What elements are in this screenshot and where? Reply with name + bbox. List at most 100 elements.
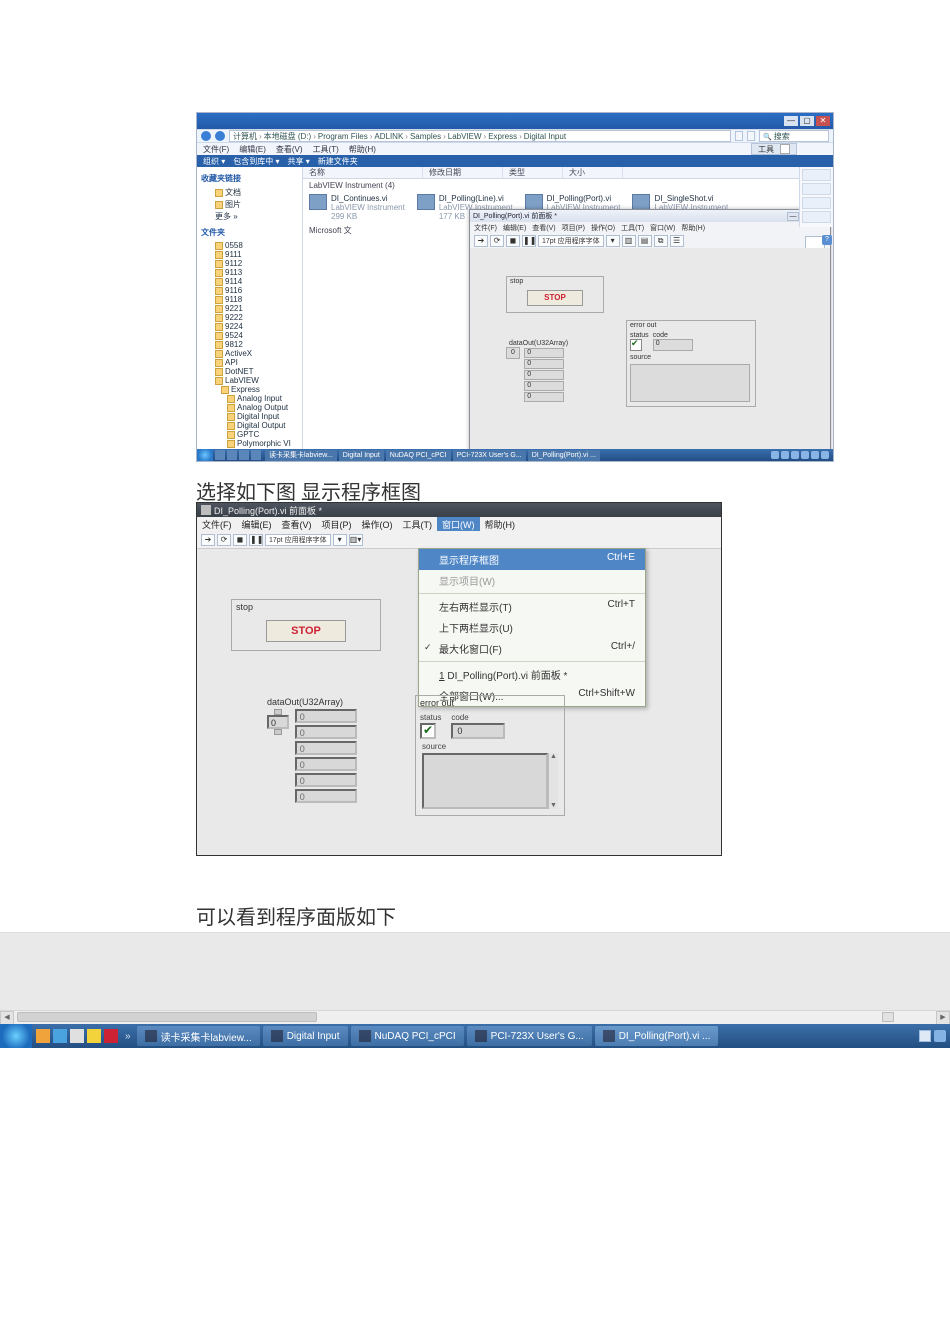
refresh-button[interactable] <box>747 131 755 141</box>
menu-item[interactable]: 文件(F) <box>197 517 237 531</box>
menu-item[interactable]: 操作(O) <box>357 517 398 531</box>
language-indicator[interactable] <box>919 1030 931 1042</box>
tree-item[interactable]: 9221 <box>201 304 298 313</box>
col-type[interactable]: 类型 <box>503 167 563 178</box>
lv-menu-view[interactable]: 查看(V) <box>532 223 555 233</box>
lv-menu-operate[interactable]: 操作(O) <box>591 223 615 233</box>
tree-item[interactable]: 9118 <box>201 295 298 304</box>
tree-item[interactable]: Analog Output <box>201 403 298 412</box>
taskbar-item[interactable]: NuDAQ PCI_cPCI <box>351 1026 464 1046</box>
abort-button[interactable]: ◼ <box>233 534 247 546</box>
tree-item[interactable]: GPTC <box>201 430 298 439</box>
taskbar-item[interactable]: PCI-723X User's G... <box>453 450 526 461</box>
tree-item[interactable]: ActiveX <box>201 349 298 358</box>
menu-item[interactable]: 编辑(E) <box>237 517 277 531</box>
lv-menu-tools[interactable]: 工具(T) <box>621 223 644 233</box>
scroll-right-button[interactable]: ▶ <box>936 1011 950 1025</box>
ql-icon[interactable] <box>36 1029 50 1043</box>
ql-icon[interactable] <box>227 450 237 460</box>
tree-item[interactable]: 9812 <box>201 340 298 349</box>
option-button[interactable] <box>802 211 831 223</box>
resize-button[interactable]: ⧉ <box>654 235 668 247</box>
ql-icon[interactable] <box>53 1029 67 1043</box>
tree-item[interactable]: Digital Output <box>201 421 298 430</box>
breadcrumb[interactable]: 计算机› 本地磁盘 (D:)› Program Files› ADLINK› S… <box>229 130 731 142</box>
font-selector[interactable]: 17pt 应用程序字体 <box>265 534 331 546</box>
reorder-button[interactable]: ☰ <box>670 235 684 247</box>
organize-button[interactable]: 组织 ▾ <box>203 156 225 167</box>
lv-menu-edit[interactable]: 编辑(E) <box>503 223 526 233</box>
menu-dropdown-item[interactable]: 最大化窗口(F)Ctrl+/ <box>419 638 645 659</box>
scroll-track[interactable] <box>17 1011 893 1025</box>
ql-icon[interactable] <box>215 450 225 460</box>
tree-item[interactable]: 9111 <box>201 250 298 259</box>
ql-icon[interactable] <box>87 1029 101 1043</box>
taskbar-item[interactable]: 读卡采集卡labview... <box>265 450 337 461</box>
sidebar-item[interactable]: 更多 » <box>201 211 298 222</box>
lv-min-button[interactable]: — <box>787 212 799 221</box>
nav-back-icon[interactable] <box>201 131 211 141</box>
newfolder-button[interactable]: 新建文件夹 <box>318 156 358 167</box>
group-header[interactable]: LabVIEW Instrument (4) <box>303 179 833 192</box>
taskbar-item[interactable]: PCI-723X User's G... <box>467 1026 592 1046</box>
crumb[interactable]: Express <box>488 132 517 141</box>
start-button[interactable] <box>197 449 213 461</box>
tree-item[interactable]: 9524 <box>201 331 298 340</box>
lv-menu-project[interactable]: 项目(P) <box>562 223 585 233</box>
search-input[interactable]: 搜索 <box>759 130 829 142</box>
ql-icon[interactable] <box>70 1029 84 1043</box>
lv-titlebar[interactable]: DI_Polling(Port).vi 前面板 * —▢✕ <box>470 210 830 222</box>
menu-item[interactable]: 窗口(W) <box>437 517 480 531</box>
file-item[interactable]: DI_Continues.viLabVIEW Instrument299 KB <box>309 194 405 221</box>
crumb[interactable]: ADLINK <box>374 132 403 141</box>
distribute-button[interactable]: ▤ <box>638 235 652 247</box>
abort-button[interactable]: ◼ <box>506 235 520 247</box>
pause-button[interactable]: ❚❚ <box>249 534 263 546</box>
tree-item[interactable]: 9112 <box>201 259 298 268</box>
menu-item[interactable]: 项目(P) <box>317 517 357 531</box>
taskbar-item[interactable]: DI_Polling(Port).vi ... <box>528 450 600 461</box>
ql-more[interactable]: » <box>122 1031 134 1042</box>
close-button[interactable]: ✕ <box>816 116 830 126</box>
preview-button[interactable] <box>802 183 831 195</box>
lv-menu-file[interactable]: 文件(F) <box>474 223 497 233</box>
ql-icon[interactable] <box>104 1029 118 1043</box>
taskbar-item[interactable]: DI_Polling(Port).vi ... <box>595 1026 719 1046</box>
maximize-button[interactable]: ▢ <box>800 116 814 126</box>
array-index[interactable]: 0 <box>267 715 289 729</box>
lv-menu-window[interactable]: 窗口(W) <box>650 223 675 233</box>
lv2-canvas[interactable]: 显示程序框图Ctrl+E显示项目(W)左右两栏显示(T)Ctrl+T上下两栏显示… <box>197 549 721 855</box>
sb-up-icon[interactable]: ▲ <box>550 753 557 760</box>
run-cont-button[interactable]: ⟳ <box>490 235 504 247</box>
taskbar-item[interactable]: 读卡采集卡labview... <box>137 1026 260 1046</box>
crumb[interactable]: Program Files <box>318 132 368 141</box>
menu-dropdown-item[interactable]: 上下两栏显示(U) <box>419 617 645 638</box>
col-size[interactable]: 大小 <box>563 167 623 178</box>
font-dropdown[interactable]: ▾ <box>606 235 620 247</box>
horizontal-scrollbar[interactable]: ◀ ▶ <box>0 1010 950 1024</box>
ql-icon[interactable] <box>239 450 249 460</box>
crumb[interactable]: Digital Input <box>524 132 566 141</box>
share-button[interactable]: 共享 ▾ <box>288 156 310 167</box>
index-down-icon[interactable] <box>274 729 282 735</box>
system-tray[interactable] <box>915 1030 950 1042</box>
tree-item[interactable]: 0558 <box>201 241 298 250</box>
tree-item[interactable]: Analog Input <box>201 394 298 403</box>
menu-edit[interactable]: 编辑(E) <box>239 144 266 155</box>
tray-icon[interactable] <box>934 1030 946 1042</box>
align-button[interactable]: ▥▾ <box>349 534 363 546</box>
crumb[interactable]: 本地磁盘 (D:) <box>264 131 312 142</box>
crumb[interactable]: LabVIEW <box>448 132 482 141</box>
menu-item[interactable]: 帮助(H) <box>480 517 521 531</box>
tree-item[interactable]: Polymorphic VI <box>201 439 298 448</box>
tree-item[interactable]: 9113 <box>201 268 298 277</box>
crumb[interactable]: 计算机 <box>233 131 257 142</box>
crumb[interactable]: Samples <box>410 132 441 141</box>
sb-down-icon[interactable]: ▼ <box>550 802 557 809</box>
tree-item[interactable]: 9116 <box>201 286 298 295</box>
menu-view[interactable]: 查看(V) <box>276 144 303 155</box>
window-titlebar[interactable]: — ▢ ✕ <box>197 113 833 129</box>
tree-item[interactable]: 9222 <box>201 313 298 322</box>
start-button[interactable] <box>0 1024 32 1048</box>
tree-item[interactable]: 9224 <box>201 322 298 331</box>
